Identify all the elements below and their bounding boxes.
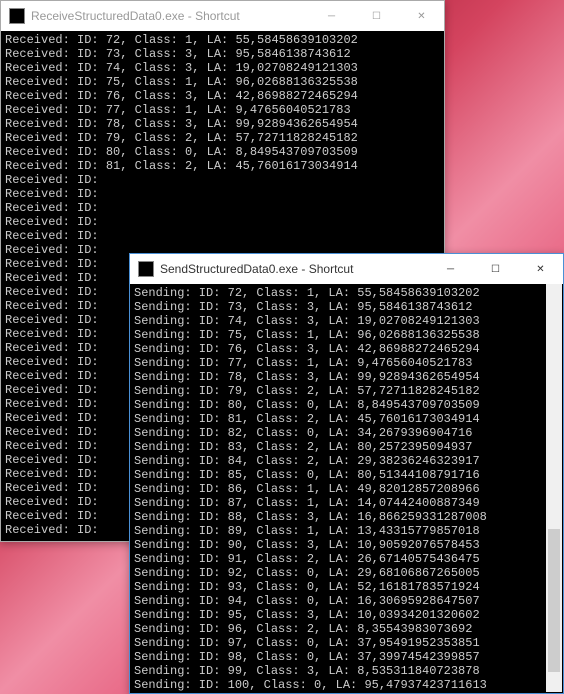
app-icon bbox=[9, 8, 25, 24]
close-button[interactable]: ✕ bbox=[518, 255, 563, 284]
window-title: ReceiveStructuredData0.exe - Shortcut bbox=[31, 9, 309, 23]
send-window: SendStructuredData0.exe - Shortcut ─ ☐ ✕… bbox=[129, 253, 564, 694]
console-output: Sending: ID: 72, Class: 1, LA: 55,584586… bbox=[130, 284, 563, 693]
titlebar[interactable]: ReceiveStructuredData0.exe - Shortcut ─ … bbox=[1, 1, 444, 31]
app-icon bbox=[138, 261, 154, 277]
minimize-button[interactable]: ─ bbox=[428, 255, 473, 284]
scrollbar-thumb[interactable] bbox=[548, 529, 560, 672]
maximize-button[interactable]: ☐ bbox=[354, 2, 399, 31]
maximize-button[interactable]: ☐ bbox=[473, 255, 518, 284]
window-title: SendStructuredData0.exe - Shortcut bbox=[160, 262, 428, 276]
minimize-button[interactable]: ─ bbox=[309, 2, 354, 31]
close-button[interactable]: ✕ bbox=[399, 2, 444, 31]
scrollbar[interactable] bbox=[546, 284, 562, 692]
titlebar[interactable]: SendStructuredData0.exe - Shortcut ─ ☐ ✕ bbox=[130, 254, 563, 284]
